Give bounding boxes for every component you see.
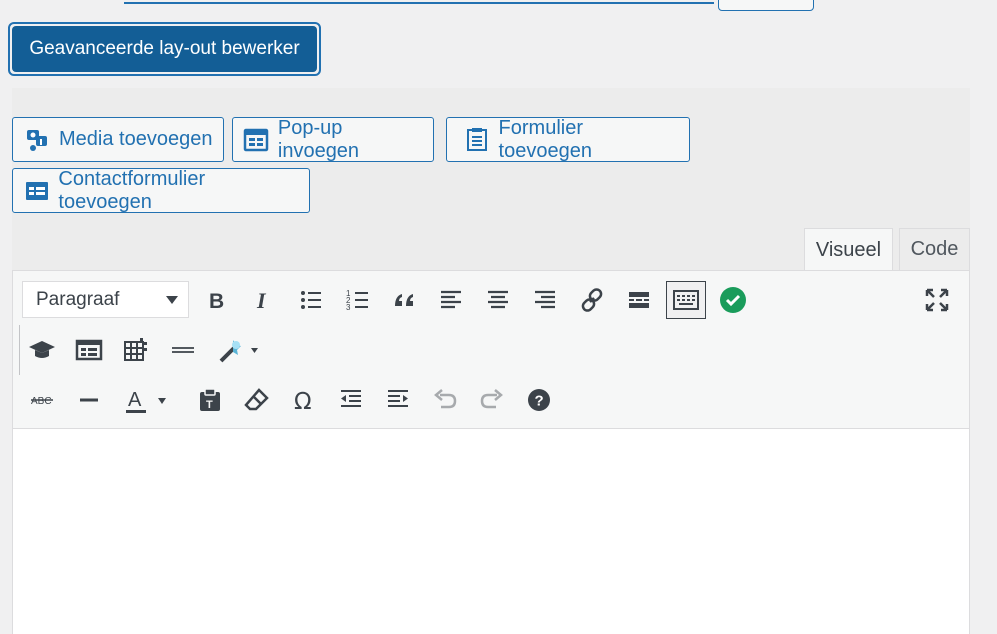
check-circle-icon[interactable]: [713, 281, 753, 319]
tab-visual[interactable]: Visueel: [804, 228, 893, 271]
chevron-down-icon: [166, 296, 178, 304]
format-select-value: Paragraaf: [36, 288, 120, 310]
add-media-label: Media toevoegen: [59, 128, 213, 150]
advanced-layout-button[interactable]: Geavanceerde lay-out bewerker: [8, 22, 321, 76]
add-form-label: Formulier toevoegen: [498, 116, 592, 162]
svg-text:3: 3: [346, 303, 351, 312]
svg-text:A: A: [128, 389, 142, 411]
svg-text:T: T: [206, 399, 213, 411]
align-left-icon[interactable]: [431, 281, 471, 319]
svg-text:B: B: [209, 290, 224, 313]
hr-line-icon[interactable]: [69, 381, 109, 419]
italic-icon[interactable]: I: [243, 281, 283, 319]
insert-link-icon[interactable]: [572, 281, 612, 319]
advanced-layout-button-label: Geavanceerde lay-out bewerker: [12, 26, 317, 72]
svg-text:I: I: [256, 288, 267, 313]
blockquote-icon[interactable]: [385, 281, 425, 319]
text-color-icon[interactable]: A: [116, 381, 176, 419]
horizontal-rule-icon[interactable]: [163, 331, 203, 369]
omega-icon[interactable]: Ω: [284, 381, 324, 419]
add-media-button[interactable]: Media toevoegen: [12, 117, 224, 162]
media-icon: [23, 126, 51, 154]
fullscreen-icon[interactable]: [917, 281, 957, 319]
numbered-list-icon[interactable]: 123: [338, 281, 378, 319]
svg-text:Ω: Ω: [294, 389, 312, 414]
contact-form-icon: [23, 177, 50, 205]
table-icon[interactable]: [116, 331, 156, 369]
strikethrough-icon[interactable]: ABC: [22, 381, 62, 419]
toolbar-toggle-icon[interactable]: [666, 281, 706, 319]
add-form-button[interactable]: Formulier toevoegen: [446, 117, 690, 162]
magic-wand-icon[interactable]: [210, 331, 268, 369]
undo-icon[interactable]: [425, 381, 465, 419]
svg-text:?: ?: [535, 393, 544, 410]
indent-icon[interactable]: [378, 381, 418, 419]
editor-toolbar: Paragraaf B I 123 ABC A T Ω ?: [12, 270, 970, 428]
popup-icon: [243, 126, 270, 154]
graduation-cap-icon[interactable]: [22, 331, 62, 369]
insert-popup-label: Pop-up invoegen: [277, 116, 360, 162]
editor-content[interactable]: [12, 428, 970, 634]
top-link[interactable]: [124, 0, 714, 4]
form-list-icon: [463, 126, 491, 154]
form-icon[interactable]: [69, 331, 109, 369]
tab-code[interactable]: Code: [899, 228, 970, 270]
format-select[interactable]: Paragraaf: [22, 281, 189, 318]
insert-popup-button[interactable]: Pop-up invoegen: [232, 117, 434, 162]
help-icon[interactable]: ?: [519, 381, 559, 419]
paste-text-icon[interactable]: T: [190, 381, 230, 419]
redo-icon[interactable]: [472, 381, 512, 419]
top-button[interactable]: [718, 0, 814, 11]
read-more-icon[interactable]: [619, 281, 659, 319]
outdent-icon[interactable]: [331, 381, 371, 419]
toolbar-separator: [19, 325, 20, 375]
svg-text:ABC: ABC: [31, 396, 52, 407]
contact-form-label: Contactformulier toevoegen: [58, 167, 206, 213]
bold-icon[interactable]: B: [196, 281, 236, 319]
bulleted-list-icon[interactable]: [291, 281, 331, 319]
align-right-icon[interactable]: [525, 281, 565, 319]
contact-form-button[interactable]: Contactformulier toevoegen: [12, 168, 310, 213]
align-center-icon[interactable]: [478, 281, 518, 319]
eraser-icon[interactable]: [237, 381, 277, 419]
